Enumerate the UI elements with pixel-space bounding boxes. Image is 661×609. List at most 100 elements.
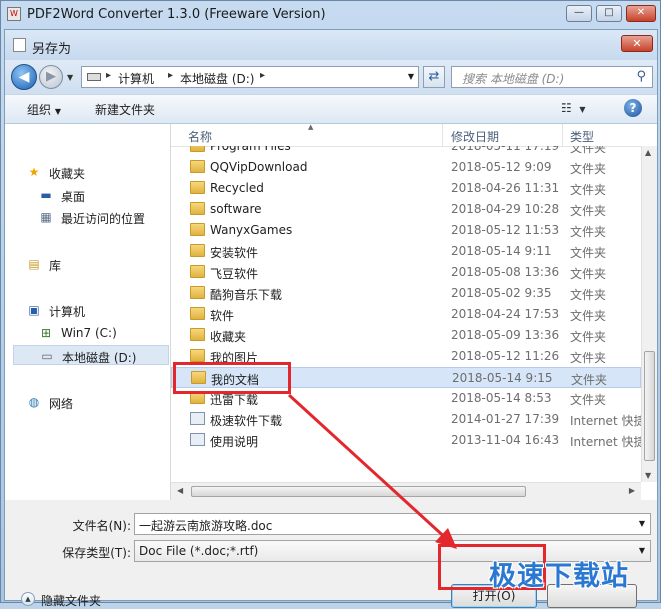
save-as-dialog: 另存为 ✕ ◀ ▶ ▼ ▸ 计算机 ▸ 本地磁盘 (D:) ▸ ▼ ⇄ 搜索 本… — [4, 29, 658, 608]
file-type: Internet 快捷 — [570, 414, 641, 428]
vertical-scrollbar[interactable]: ▲ ▼ — [641, 146, 657, 482]
sidebar-item-desktop[interactable]: ▬ 桌面 — [5, 185, 169, 205]
table-row[interactable]: 极速软件下载 2014-01-27 17:39 Internet 快捷 — [171, 409, 641, 430]
file-type: 文件夹 — [570, 246, 607, 260]
app-close-button[interactable]: ✕ — [626, 5, 656, 22]
folder-icon — [190, 146, 205, 152]
filename-field[interactable]: 一起游云南旅游攻略.doc ▼ — [134, 513, 651, 535]
breadcrumb-computer[interactable]: 计算机 — [118, 70, 154, 87]
sidebar-item-label: 最近访问的位置 — [61, 212, 146, 226]
file-date: 2018-05-12 11:26 — [451, 349, 560, 363]
file-type: 文件夹 — [570, 183, 607, 197]
maximize-button[interactable]: □ — [596, 5, 622, 22]
filename-value[interactable]: 一起游云南旅游攻略.doc — [139, 517, 272, 534]
horizontal-scrollbar[interactable]: ◀ ▶ — [171, 482, 641, 500]
folder-icon — [190, 223, 205, 236]
file-rows: Program Files 2018-05-11 17:19 文件夹 QQVipDow… — [171, 146, 641, 482]
file-date: 2018-05-12 11:53 — [451, 223, 560, 237]
folder-icon — [190, 181, 205, 194]
sidebar-item-local-disk-d[interactable]: ▭ 本地磁盘 (D:) — [13, 345, 169, 365]
table-row[interactable]: 飞豆软件 2018-05-08 13:36 文件夹 — [171, 262, 641, 283]
chevron-down-icon[interactable]: ▼ — [639, 546, 645, 555]
document-icon — [13, 38, 26, 52]
sidebar-item-recent[interactable]: ▦ 最近访问的位置 — [5, 207, 169, 227]
file-date: 2018-05-14 9:11 — [451, 244, 552, 258]
table-row[interactable]: Program Files 2018-05-11 17:19 文件夹 — [171, 146, 641, 157]
column-divider[interactable] — [442, 124, 443, 146]
folder-icon — [190, 286, 205, 299]
breadcrumb-local-disk[interactable]: 本地磁盘 (D:) — [180, 70, 254, 87]
file-name: 收藏夹 — [210, 330, 247, 344]
file-date: 2018-05-08 13:36 — [451, 265, 560, 279]
sidebar-item-label: 库 — [49, 259, 62, 273]
new-folder-button[interactable]: 新建文件夹 — [95, 101, 155, 118]
search-icon[interactable]: ⚲ — [636, 69, 646, 84]
chevron-down-icon[interactable]: ▼ — [639, 519, 645, 528]
library-icon: ▤ — [28, 257, 40, 271]
column-header-type[interactable]: 类型 — [570, 128, 594, 145]
table-row[interactable]: 酷狗音乐下载 2018-05-02 9:35 文件夹 — [171, 283, 641, 304]
dialog-titlebar: 另存为 ✕ — [5, 30, 657, 60]
sidebar-item-libraries[interactable]: ▤ 库 — [5, 254, 169, 274]
search-input[interactable]: 搜索 本地磁盘 (D:) — [462, 70, 564, 87]
file-date: 2018-04-24 17:53 — [451, 307, 560, 321]
search-box[interactable]: 搜索 本地磁盘 (D:) ⚲ — [451, 66, 653, 88]
back-button[interactable]: ◀ — [11, 64, 37, 90]
scroll-right-icon[interactable]: ▶ — [629, 486, 635, 495]
organize-button[interactable]: 组织 ▼ — [27, 101, 61, 118]
recent-locations-dropdown[interactable]: ▼ — [67, 73, 73, 82]
sidebar-item-network[interactable]: ◍ 网络 — [5, 392, 169, 412]
file-date: 2018-05-12 9:09 — [451, 160, 552, 174]
forward-button[interactable]: ▶ — [39, 65, 63, 89]
network-icon: ◍ — [28, 395, 40, 409]
file-type: 文件夹 — [571, 373, 608, 387]
scroll-up-icon[interactable]: ▲ — [645, 148, 651, 157]
table-row[interactable]: 软件 2018-04-24 17:53 文件夹 — [171, 304, 641, 325]
column-header-name[interactable]: 名称 — [188, 128, 212, 145]
column-divider[interactable] — [562, 124, 563, 146]
command-toolbar: 组织 ▼ 新建文件夹 ☷ ▼ ? — [5, 94, 657, 124]
folder-icon — [190, 391, 205, 404]
table-row[interactable]: 迅雷下载 2018-05-14 8:53 文件夹 — [171, 388, 641, 409]
horizontal-scroll-thumb[interactable] — [191, 486, 526, 497]
dialog-title: 另存为 — [32, 42, 72, 57]
table-row[interactable]: 安装软件 2018-05-14 9:11 文件夹 — [171, 241, 641, 262]
vertical-scroll-thumb[interactable] — [644, 351, 655, 461]
address-dropdown-icon[interactable]: ▼ — [408, 72, 414, 81]
table-row[interactable]: Recycled 2018-04-26 11:31 文件夹 — [171, 178, 641, 199]
table-row[interactable]: 使用说明 2013-11-04 16:43 Internet 快捷 — [171, 430, 641, 451]
table-row[interactable]: WanyxGames 2018-05-12 11:53 文件夹 — [171, 220, 641, 241]
chevron-up-icon: ▲ — [21, 592, 35, 606]
internet-shortcut-icon — [190, 433, 205, 446]
file-type: Internet 快捷 — [570, 435, 641, 449]
file-date: 2014-01-27 17:39 — [451, 412, 560, 426]
minimize-button[interactable]: — — [566, 5, 592, 22]
file-date: 2018-05-14 8:53 — [451, 391, 552, 405]
sidebar-item-label: 本地磁盘 (D:) — [62, 351, 137, 365]
scroll-down-icon[interactable]: ▼ — [645, 471, 651, 480]
sidebar-item-favorites[interactable]: ★ 收藏夹 — [5, 162, 169, 182]
refresh-button[interactable]: ⇄ — [423, 66, 445, 88]
column-header-row: ▲ 名称 修改日期 类型 — [171, 123, 657, 147]
table-row[interactable]: software 2018-04-29 10:28 文件夹 — [171, 199, 641, 220]
sidebar-item-label: 收藏夹 — [49, 167, 86, 181]
sidebar-item-computer[interactable]: ▣ 计算机 — [5, 300, 169, 320]
internet-shortcut-icon — [190, 412, 205, 425]
help-button[interactable]: ? — [624, 99, 642, 117]
file-list: ▲ 名称 修改日期 类型 Program Files 2018-05-11 17:… — [171, 123, 657, 500]
drive-icon — [87, 73, 101, 81]
view-options-button[interactable]: ☷ ▼ — [561, 101, 586, 115]
column-header-date[interactable]: 修改日期 — [451, 128, 499, 145]
scroll-left-icon[interactable]: ◀ — [177, 486, 183, 495]
table-row[interactable]: 我的文档 2018-05-14 9:15 文件夹 — [171, 367, 641, 388]
file-date: 2018-05-11 17:19 — [451, 146, 560, 153]
sidebar-item-win7[interactable]: ⊞ Win7 (C:) — [5, 323, 169, 343]
table-row[interactable]: 我的图片 2018-05-12 11:26 文件夹 — [171, 346, 641, 367]
table-row[interactable]: QQVipDownload 2018-05-12 9:09 文件夹 — [171, 157, 641, 178]
drive-icon: ▭ — [41, 349, 53, 363]
file-type: 文件夹 — [570, 330, 607, 344]
breadcrumb-separator-icon: ▸ — [168, 70, 174, 81]
table-row[interactable]: 收藏夹 2018-05-09 13:36 文件夹 — [171, 325, 641, 346]
address-bar[interactable]: ▸ 计算机 ▸ 本地磁盘 (D:) ▸ ▼ — [81, 66, 419, 88]
dialog-close-button[interactable]: ✕ — [621, 35, 653, 52]
